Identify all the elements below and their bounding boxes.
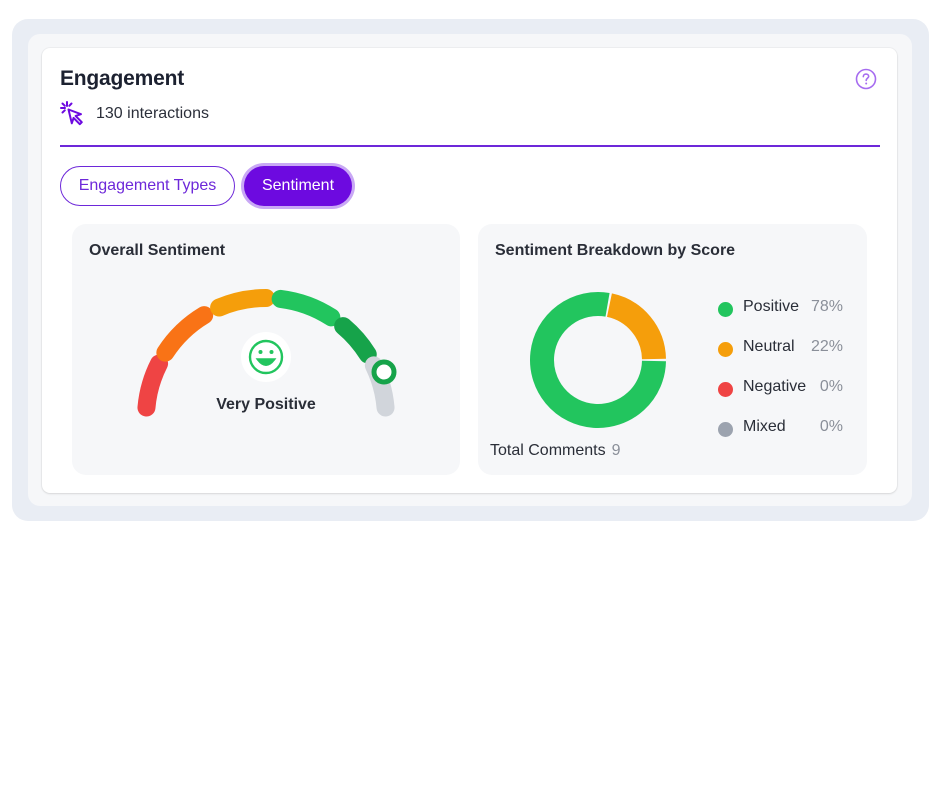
tab-sentiment[interactable]: Sentiment	[244, 166, 352, 206]
overall-sentiment-panel: Overall Sentiment Very Positive	[72, 224, 460, 475]
total-comments-label: Total Comments	[490, 442, 606, 459]
gauge-segment-neutral	[210, 289, 275, 317]
legend-item-neutral: Neutral 22%	[718, 336, 848, 376]
tab-engagement-types[interactable]: Engagement Types	[60, 166, 235, 206]
engagement-card: Engagement 130 interactions Engagement T…	[42, 48, 897, 493]
interactions-count: 130 interactions	[96, 105, 209, 122]
gauge-segment-very-positive	[334, 317, 377, 364]
gauge-segment-positive	[271, 289, 341, 327]
total-comments-value: 9	[611, 442, 621, 459]
donut-slice-neutral	[606, 293, 666, 360]
legend-item-positive: Positive 78%	[718, 296, 848, 336]
legend-dot-positive	[718, 302, 733, 317]
gauge-segment-negative	[156, 306, 214, 362]
legend-item-negative: Negative 0%	[718, 376, 848, 416]
legend-label-mixed: Mixed	[743, 418, 786, 435]
question-circle-icon[interactable]	[855, 68, 877, 90]
legend-item-mixed: Mixed 0%	[718, 416, 848, 456]
legend-pct-positive: 78%	[810, 298, 843, 315]
gauge-needle-marker	[371, 359, 397, 385]
legend-label-positive: Positive	[743, 298, 800, 315]
sentiment-legend: Positive 78% Neutral 22% Negative 0% Mix…	[718, 296, 848, 456]
smiley-face-icon-bg	[241, 332, 291, 382]
sentiment-gauge	[137, 289, 397, 417]
total-comments: Total Comments 9	[490, 442, 621, 460]
card-title: Engagement	[60, 67, 185, 90]
legend-pct-mixed: 0%	[819, 418, 843, 435]
legend-label-negative: Negative	[743, 378, 807, 395]
overall-sentiment-label: Very Positive	[216, 396, 316, 413]
legend-dot-mixed	[718, 422, 733, 437]
legend-label-neutral: Neutral	[743, 338, 795, 355]
header-divider	[60, 145, 880, 147]
legend-pct-neutral: 22%	[810, 338, 843, 355]
legend-dot-neutral	[718, 342, 733, 357]
sentiment-breakdown-panel: Sentiment Breakdown by Score Positive 78…	[478, 224, 867, 475]
legend-dot-negative	[718, 382, 733, 397]
legend-pct-negative: 0%	[819, 378, 843, 395]
interactions-row: 130 interactions	[60, 101, 209, 126]
cursor-click-icon	[60, 101, 83, 126]
